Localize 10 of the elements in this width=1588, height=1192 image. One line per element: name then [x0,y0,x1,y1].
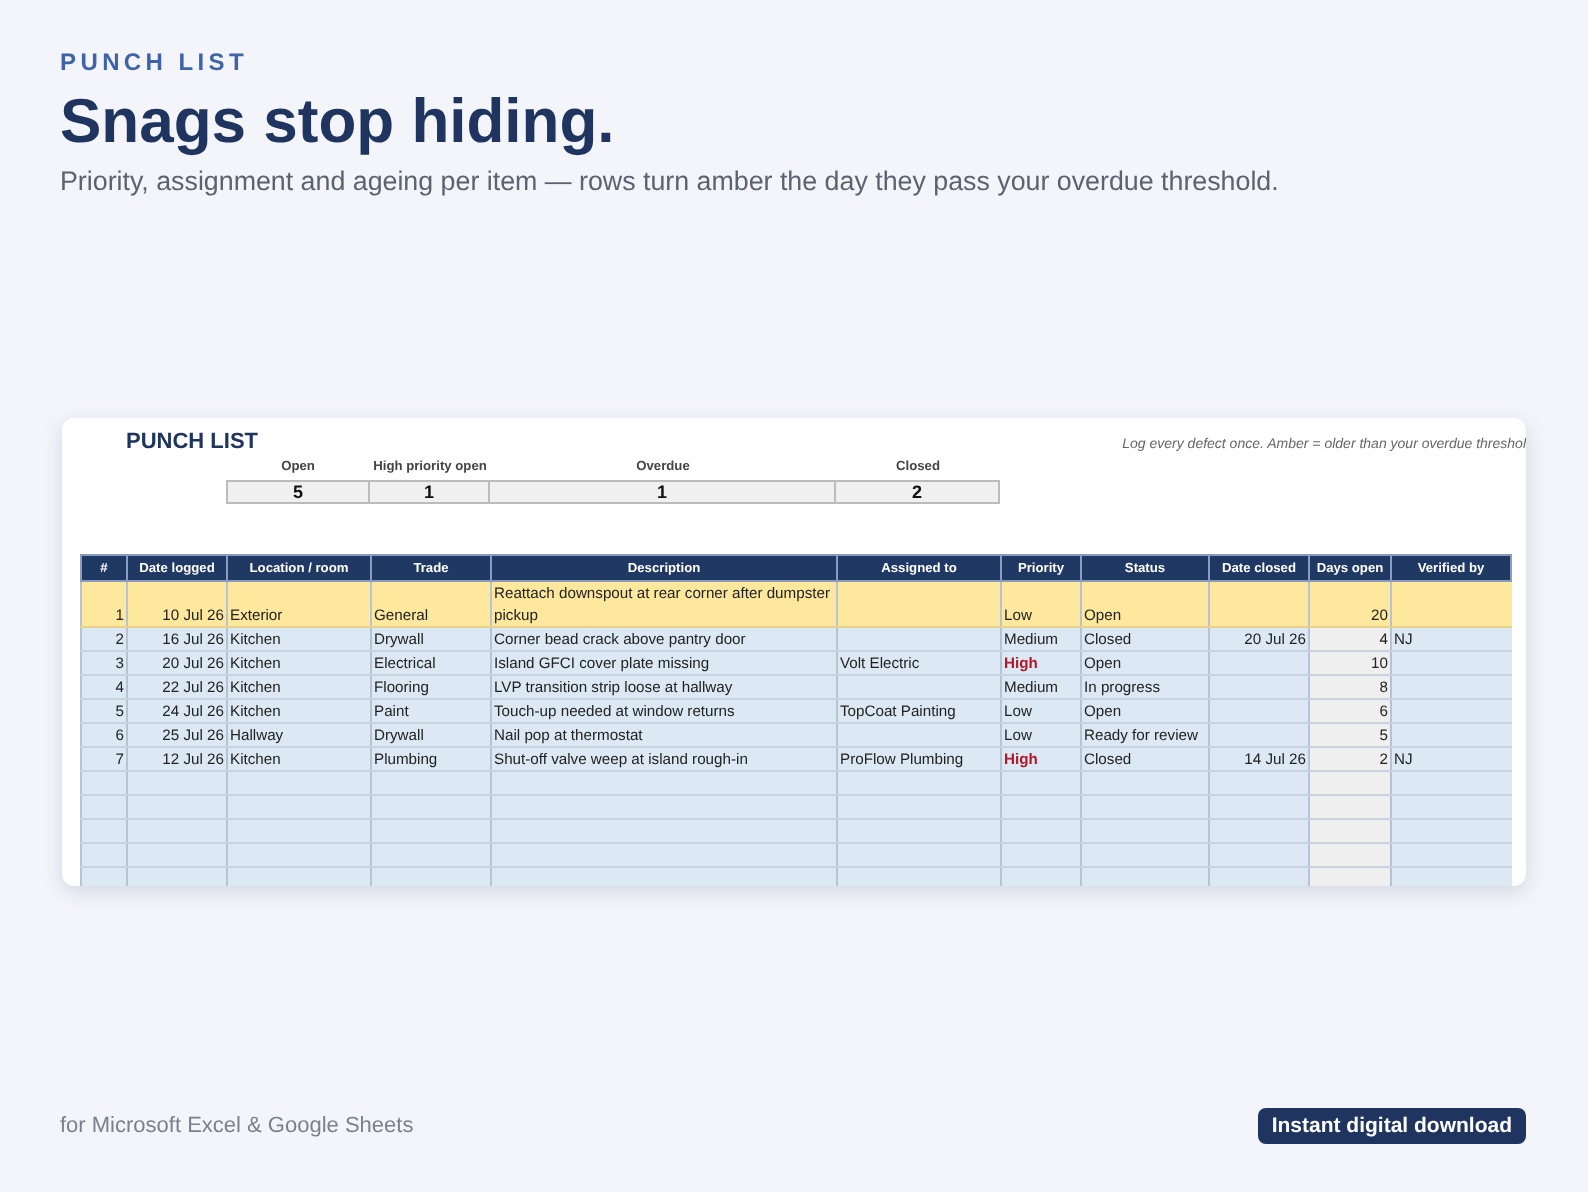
summary-value: 1 [370,480,490,504]
sheet-title: PUNCH LIST [126,430,258,456]
subtitle: Priority, assignment and ageing per item — rows turn amber the day they pass your overdue threshold. [60,166,1281,196]
headline: Snags stop hiding. [60,86,617,158]
footer-note: for Microsoft Excel & Google Sheets [60,1114,414,1138]
summary-value: 5 [226,480,370,504]
download-badge: Instant digital download [1257,1108,1526,1144]
eyebrow-label: PUNCH LIST [60,48,250,76]
summary-value: 2 [836,480,1000,504]
summary-value: 1 [490,480,836,504]
